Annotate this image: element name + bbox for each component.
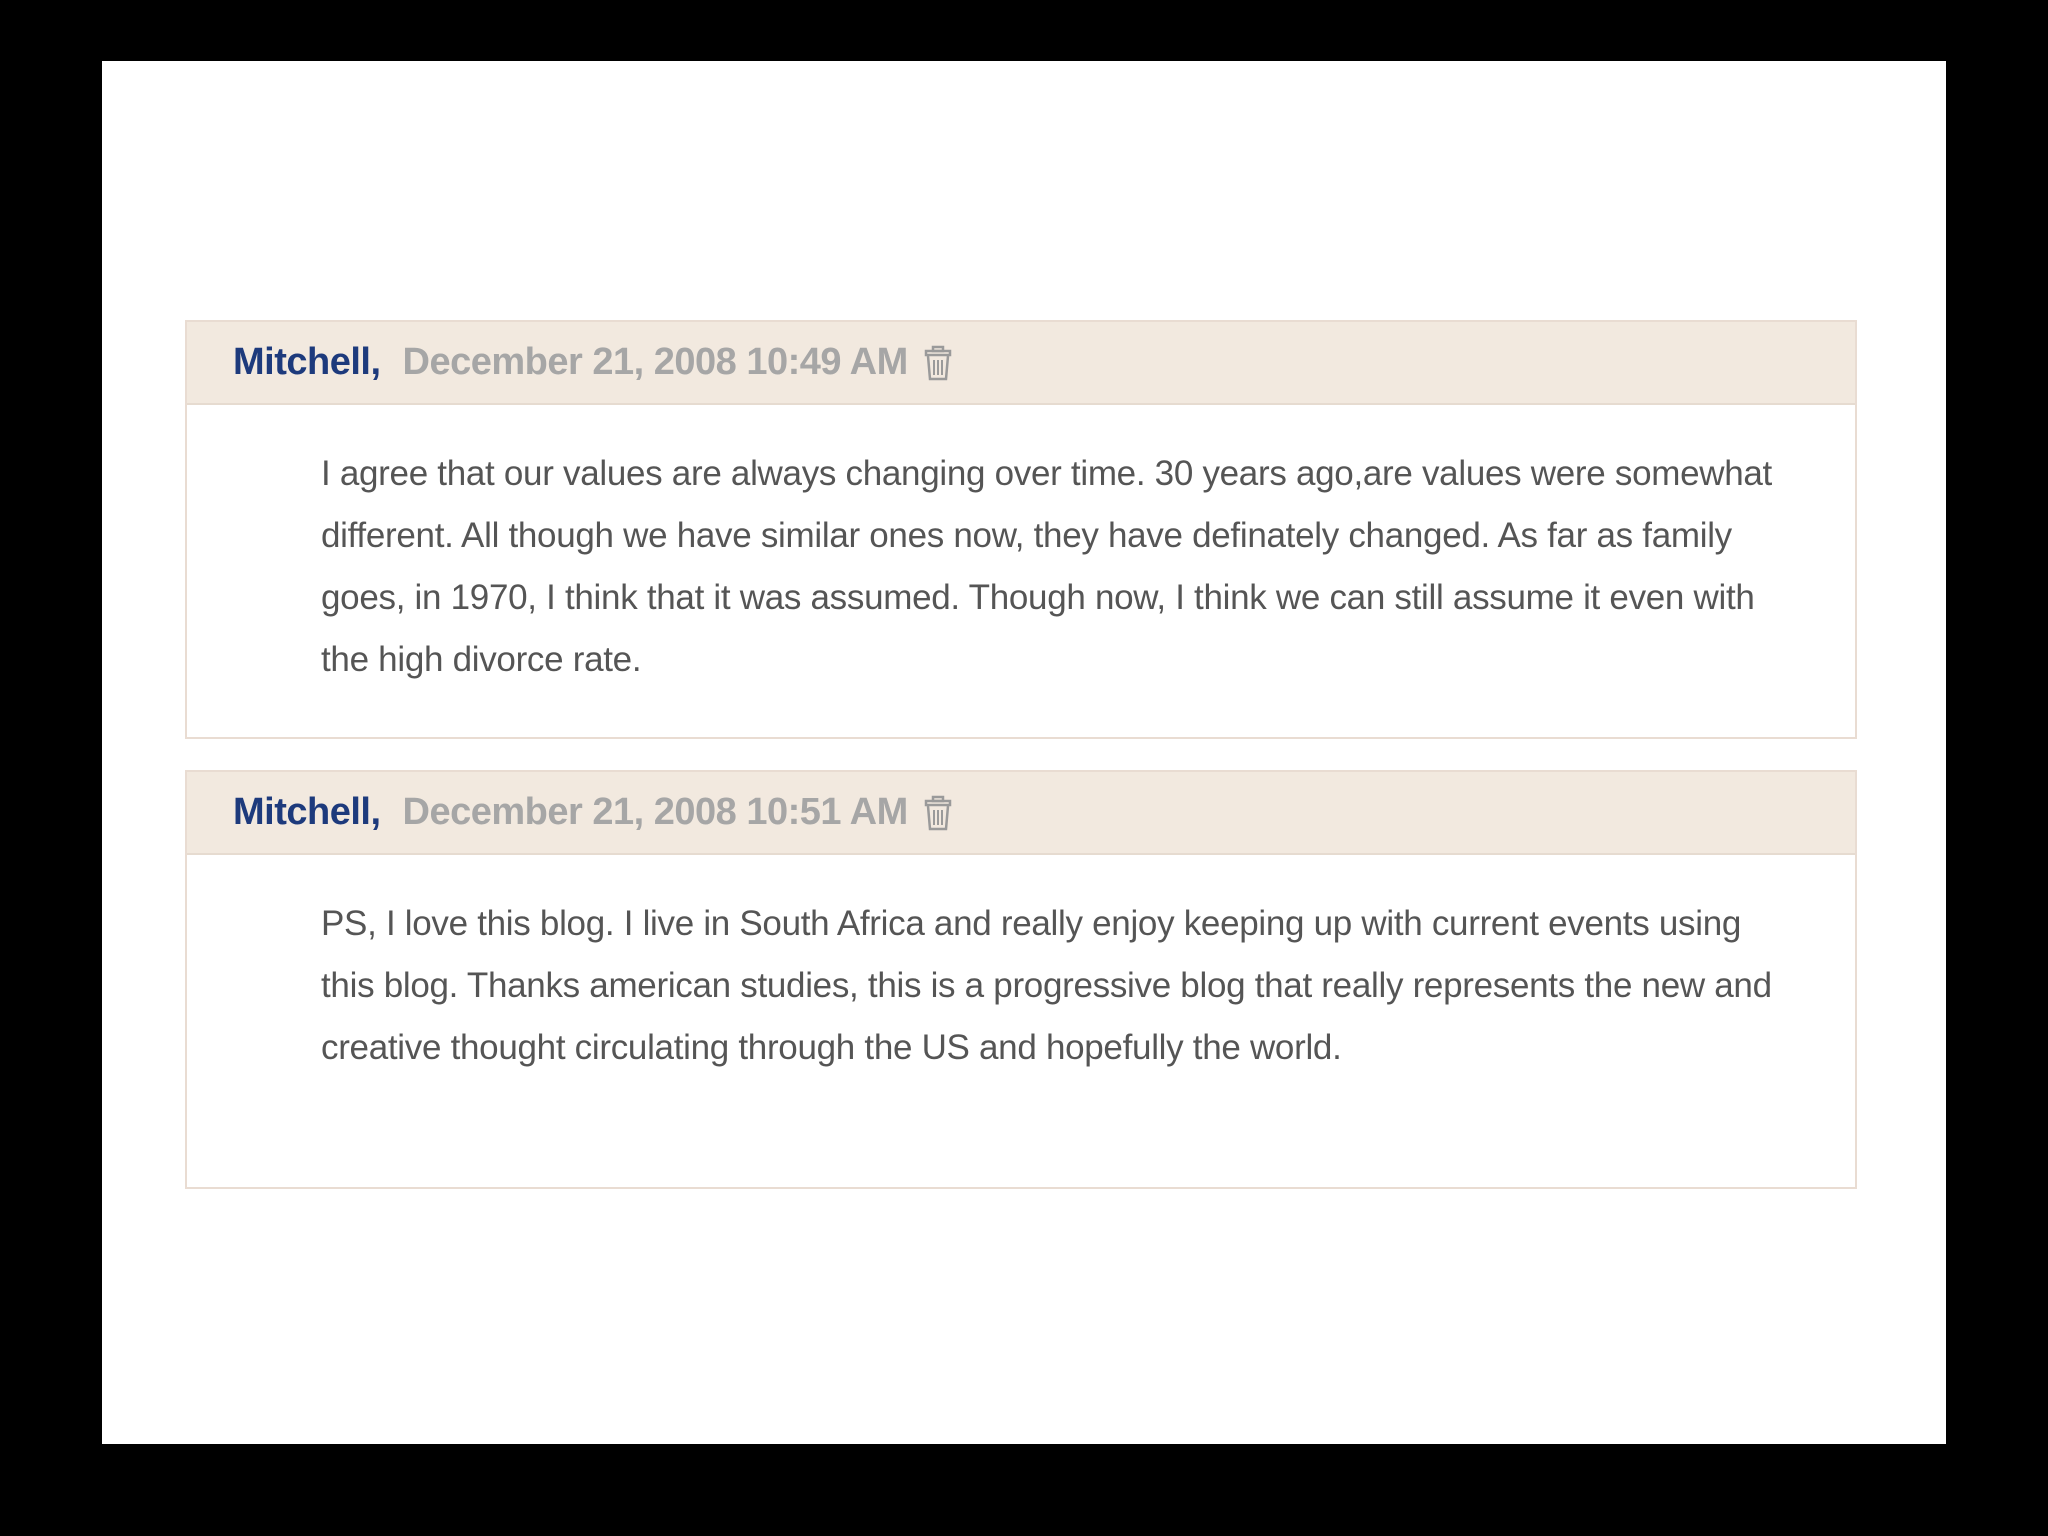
comment-header: Mitchell, December 21, 2008 10:51 AM bbox=[187, 772, 1855, 855]
page: Mitchell, December 21, 2008 10:49 AM I a… bbox=[102, 61, 1946, 1444]
comment: Mitchell, December 21, 2008 10:49 AM I a… bbox=[185, 320, 1857, 739]
comment-author[interactable]: Mitchell, bbox=[233, 791, 381, 834]
comment-body: PS, I love this blog. I live in South Af… bbox=[321, 904, 1772, 1067]
comment-date: December 21, 2008 10:51 AM bbox=[402, 791, 909, 833]
trash-icon[interactable] bbox=[918, 343, 958, 383]
comment-author[interactable]: Mitchell, bbox=[233, 341, 381, 384]
comment-header: Mitchell, December 21, 2008 10:49 AM bbox=[187, 322, 1855, 405]
comment: Mitchell, December 21, 2008 10:51 AM PS,… bbox=[185, 770, 1857, 1189]
comment-body: I agree that our values are always chang… bbox=[321, 454, 1772, 679]
trash-icon[interactable] bbox=[918, 793, 958, 833]
comment-date: December 21, 2008 10:49 AM bbox=[402, 341, 909, 383]
